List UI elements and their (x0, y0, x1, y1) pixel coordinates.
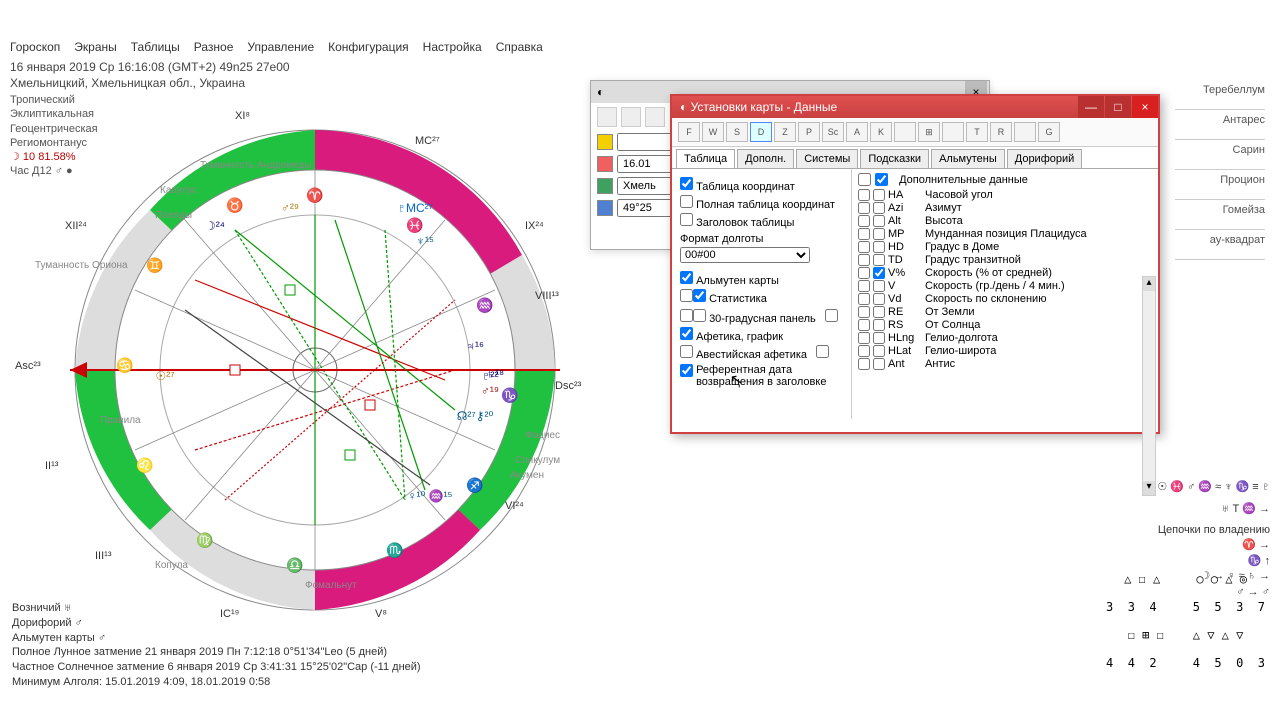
right-star-list: ТеребеллумАнтаресСаринПроционГомейзаау-к… (1175, 80, 1265, 260)
maximize-button[interactable]: □ (1105, 96, 1131, 118)
minimize-button[interactable]: — (1078, 96, 1104, 118)
header-datetime: 16 января 2019 Ср 16:16:08 (GMT+2) 49n25… (10, 60, 290, 91)
orb-icon: ◐ (597, 85, 604, 99)
coord-table-check[interactable] (680, 177, 693, 190)
close-button[interactable]: × (1132, 96, 1158, 118)
svg-text:♊: ♊ (146, 257, 163, 274)
svg-text:♂²⁹: ♂²⁹ (281, 201, 299, 215)
natal-chart: ☽²⁴ ♂²⁹ ♆¹⁵ ☉²⁷ ♃¹⁶ ♂¹⁹ ☊²⁷⚷²⁰ ♀¹⁰ ♒¹⁵ ♇… (35, 100, 595, 620)
avestian-check[interactable] (680, 345, 693, 358)
extra-HD[interactable]: HDГрадус в Доме (858, 241, 1152, 253)
extra-RS[interactable]: RSОт Солнца (858, 319, 1152, 331)
extra-RE[interactable]: REОт Земли (858, 306, 1152, 318)
extra-HLng[interactable]: HLngГелио-долгота (858, 332, 1152, 344)
svg-text:☊²⁷⚷²⁰: ☊²⁷⚷²⁰ (457, 409, 494, 423)
menu-Управление[interactable]: Управление (247, 40, 314, 54)
extra-data-list: Дополнительные данные HAЧасовой угол Azi… (852, 169, 1158, 419)
menu-Справка[interactable]: Справка (496, 40, 543, 54)
table-header-check[interactable] (680, 213, 693, 226)
extra-Vd[interactable]: VdСкорость по склонению (858, 293, 1152, 305)
app-icon: ◐ (680, 100, 687, 114)
table-options: Таблица координат Полная таблица координ… (672, 169, 852, 419)
svg-text:♑: ♑ (501, 387, 518, 404)
bottom-info: Возничий ♅ Дорифорий ♂ Альмутен карты ♂ … (12, 601, 421, 690)
main-menu[interactable]: Гороскоп Экраны Таблицы Разное Управление Кон… (10, 40, 543, 54)
tab-3[interactable]: Подсказки (860, 149, 929, 168)
afetics-check[interactable] (680, 327, 693, 340)
menu-Экраны[interactable]: Экраны (74, 40, 116, 54)
svg-text:♈: ♈ (306, 187, 323, 204)
extra-TD[interactable]: TDГрадус транзитной (858, 254, 1152, 266)
extra-Azi[interactable]: AziАзимут (858, 202, 1152, 214)
extra-HLat[interactable]: HLatГелио-широта (858, 345, 1152, 357)
extra-V[interactable]: VСкорость (гр./день / 4 мин.) (858, 280, 1152, 292)
svg-text:♆¹⁵: ♆¹⁵ (416, 234, 434, 248)
svg-text:♄¹⁸: ♄¹⁸ (486, 367, 504, 381)
menu-Гороскоп[interactable]: Гороскоп (10, 40, 60, 54)
menu-Конфигурация[interactable]: Конфигурация (328, 40, 409, 54)
svg-text:☽²⁴: ☽²⁴ (205, 219, 225, 233)
svg-text:♋: ♋ (116, 357, 133, 374)
extra-Ant[interactable]: AntАнтис (858, 358, 1152, 370)
scrollbar[interactable]: ▴▾ (1142, 276, 1156, 496)
extra-Alt[interactable]: AltВысота (858, 215, 1152, 227)
menu-Разное[interactable]: Разное (194, 40, 234, 54)
menu-Настройка[interactable]: Настройка (423, 40, 482, 54)
settings-titlebar[interactable]: ◐ Установки карты - Данные — □ × (672, 96, 1158, 118)
tab-0[interactable]: Таблица (676, 149, 735, 168)
svg-text:♎: ♎ (286, 557, 303, 574)
svg-text:☉²⁷: ☉²⁷ (155, 369, 174, 383)
element-counts: △ ☐ △ ○ ○ △ ◎ 3 3 4 5 5 3 7 ☐ ⊞ ☐ △ ▽ △ … (1106, 558, 1265, 684)
settings-toolbar[interactable]: FWSDZPScAK⊞TRG (672, 118, 1158, 147)
deg30-check[interactable] (693, 309, 706, 322)
extra-MP[interactable]: MPМунданная позиция Плацидуса (858, 228, 1152, 240)
svg-text:♇MC²⁷: ♇MC²⁷ (397, 201, 433, 215)
svg-text:♒: ♒ (476, 297, 493, 314)
stat-check[interactable] (693, 289, 706, 302)
svg-text:♃¹⁶: ♃¹⁶ (466, 339, 484, 353)
svg-text:♐: ♐ (466, 477, 483, 494)
extra-HA[interactable]: HAЧасовой угол (858, 189, 1152, 201)
svg-text:♂¹⁹: ♂¹⁹ (481, 384, 499, 398)
extra-V%[interactable]: V%Скорость (% от средней) (858, 267, 1152, 279)
menu-Таблицы[interactable]: Таблицы (131, 40, 180, 54)
almuten-check[interactable] (680, 271, 693, 284)
longitude-format-select[interactable]: 00#00 (680, 247, 810, 263)
tab-1[interactable]: Дополн. (737, 149, 794, 168)
asc-label: Asc²³ (15, 360, 41, 372)
settings-tabs[interactable]: ТаблицаДополн.СистемыПодсказкиАльмутеныД… (672, 147, 1158, 169)
tab-5[interactable]: Дорифорий (1007, 149, 1083, 168)
svg-text:♉: ♉ (226, 197, 243, 214)
svg-text:♏: ♏ (386, 542, 403, 559)
tab-4[interactable]: Альмутены (931, 149, 1005, 168)
tab-2[interactable]: Системы (796, 149, 858, 168)
full-table-check[interactable] (680, 195, 693, 208)
svg-text:♍: ♍ (196, 532, 213, 549)
svg-text:♌: ♌ (136, 457, 153, 474)
svg-text:♓: ♓ (406, 217, 423, 234)
refdate-check[interactable] (680, 364, 693, 377)
svg-text:♀¹⁰ ♒¹⁵: ♀¹⁰ ♒¹⁵ (407, 489, 452, 503)
